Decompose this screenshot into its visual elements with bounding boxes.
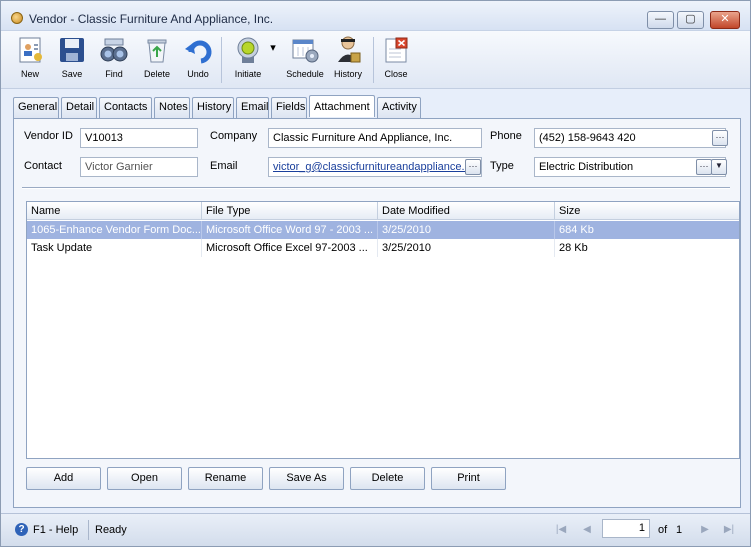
new-label: New bbox=[20, 69, 39, 79]
tab-contacts[interactable]: Contacts bbox=[99, 97, 152, 118]
initiate-label: Initiate bbox=[234, 69, 262, 79]
tab-attachment[interactable]: Attachment bbox=[309, 95, 375, 117]
cell-size: 684 Kb bbox=[559, 224, 594, 236]
save-icon bbox=[57, 35, 87, 65]
maximize-button[interactable]: ▢ bbox=[677, 11, 704, 29]
tab-detail[interactable]: Detail bbox=[61, 97, 97, 118]
column-header-date-modified[interactable]: Date Modified bbox=[378, 202, 555, 220]
save-button[interactable]: Save bbox=[55, 35, 89, 87]
tab-notes[interactable]: Notes bbox=[154, 97, 190, 118]
cell-date-modified: 3/25/2010 bbox=[378, 221, 555, 239]
close-document-icon bbox=[381, 35, 411, 65]
type-dropdown-button[interactable]: ▼ bbox=[711, 159, 727, 175]
page-number-input[interactable]: 1 bbox=[602, 519, 650, 538]
total-pages: 1 bbox=[676, 524, 683, 536]
schedule-button[interactable]: Schedule bbox=[284, 35, 326, 87]
previous-page-button[interactable]: ◀ bbox=[577, 520, 597, 540]
recycle-bin-icon bbox=[142, 35, 172, 65]
toolbar-separator bbox=[373, 37, 374, 83]
form-separator bbox=[22, 187, 730, 189]
rename-button[interactable]: Rename bbox=[188, 467, 263, 490]
minimize-button[interactable]: — bbox=[647, 11, 674, 29]
vendor-window: Vendor - Classic Furniture And Appliance… bbox=[0, 0, 751, 547]
email-ellipsis-button[interactable]: ··· bbox=[465, 159, 481, 175]
history-button[interactable]: History bbox=[329, 35, 367, 87]
print-button[interactable]: Print bbox=[431, 467, 506, 490]
undo-label: Undo bbox=[187, 69, 209, 79]
delete-label: Delete bbox=[143, 69, 170, 79]
app-icon bbox=[11, 12, 23, 24]
new-button[interactable]: New bbox=[13, 35, 47, 87]
user-history-icon bbox=[333, 35, 363, 65]
cell-size: 28 Kb bbox=[559, 242, 588, 254]
page-of-label: of bbox=[658, 524, 668, 536]
attachment-grid[interactable]: Name File Type Date Modified Size 1065-E… bbox=[26, 201, 740, 459]
next-page-button[interactable]: ▶ bbox=[695, 520, 715, 540]
vendor-id-field[interactable]: V10013 bbox=[80, 128, 198, 148]
email-label: Email bbox=[210, 160, 238, 172]
window-title: Vendor - Classic Furniture And Appliance… bbox=[29, 12, 274, 26]
table-row[interactable]: Task Update Microsoft Office Excel 97-20… bbox=[27, 239, 739, 257]
cell-file-type: Microsoft Office Word 97 - 2003 ... bbox=[202, 221, 378, 239]
column-header-file-type[interactable]: File Type bbox=[202, 202, 378, 220]
calendar-gear-icon bbox=[290, 35, 320, 65]
delete-attachment-button[interactable]: Delete bbox=[350, 467, 425, 490]
grid-header: Name File Type Date Modified Size bbox=[27, 202, 739, 220]
status-bar: ? F1 - Help Ready |◀ ◀ 1 of 1 ▶ ▶| bbox=[1, 513, 750, 546]
cell-file-type: Microsoft Office Excel 97-2003 ... bbox=[202, 239, 378, 257]
initiate-button[interactable]: Initiate bbox=[229, 35, 267, 87]
phone-field[interactable]: (452) 158-9643 420 bbox=[534, 128, 726, 148]
company-field[interactable]: Classic Furniture And Appliance, Inc. bbox=[268, 128, 482, 148]
binoculars-icon bbox=[99, 35, 129, 65]
tab-general[interactable]: General bbox=[13, 97, 59, 118]
company-label: Company bbox=[210, 130, 258, 142]
table-row[interactable]: 1065-Enhance Vendor Form Doc... Microsof… bbox=[27, 221, 739, 239]
tab-history[interactable]: History bbox=[192, 97, 234, 118]
help-icon[interactable]: ? bbox=[15, 523, 28, 536]
find-button[interactable]: Find bbox=[97, 35, 131, 87]
close-label: Close bbox=[384, 69, 408, 79]
tab-activity[interactable]: Activity bbox=[377, 97, 421, 118]
close-button[interactable]: Close bbox=[379, 35, 413, 87]
toolbar: New Save Find Delete Undo Initiate ▾ Sch… bbox=[1, 31, 750, 89]
type-ellipsis-button[interactable]: ··· bbox=[696, 159, 712, 175]
title-bar: Vendor - Classic Furniture And Appliance… bbox=[1, 1, 750, 31]
column-header-name[interactable]: Name bbox=[27, 202, 202, 220]
undo-icon bbox=[183, 35, 213, 65]
schedule-label: Schedule bbox=[286, 69, 324, 79]
status-divider bbox=[88, 520, 89, 540]
toolbar-separator bbox=[221, 37, 222, 83]
contact-field[interactable]: Victor Garnier bbox=[80, 157, 198, 177]
find-label: Find bbox=[105, 69, 123, 79]
tab-email[interactable]: Email bbox=[236, 97, 269, 118]
cell-date-modified: 3/25/2010 bbox=[378, 239, 555, 257]
email-field[interactable]: victor_g@classicfurnitureandappliance.c bbox=[268, 157, 482, 177]
cell-name: Task Update bbox=[27, 239, 202, 257]
cell-name: 1065-Enhance Vendor Form Doc... bbox=[27, 221, 202, 239]
phone-label: Phone bbox=[490, 130, 522, 142]
open-button[interactable]: Open bbox=[107, 467, 182, 490]
phone-ellipsis-button[interactable]: ··· bbox=[712, 130, 728, 146]
save-as-button[interactable]: Save As bbox=[269, 467, 344, 490]
traffic-light-icon bbox=[233, 35, 263, 65]
save-label: Save bbox=[61, 69, 83, 79]
tab-fields[interactable]: Fields bbox=[271, 97, 307, 118]
close-window-button[interactable]: ✕ bbox=[710, 11, 740, 29]
last-page-button[interactable]: ▶| bbox=[719, 520, 739, 540]
add-button[interactable]: Add bbox=[26, 467, 101, 490]
initiate-dropdown[interactable]: ▾ bbox=[267, 41, 279, 93]
delete-button[interactable]: Delete bbox=[140, 35, 174, 87]
column-header-size[interactable]: Size bbox=[555, 202, 739, 220]
type-label: Type bbox=[490, 160, 514, 172]
first-page-button[interactable]: |◀ bbox=[551, 520, 571, 540]
contact-label: Contact bbox=[24, 160, 62, 172]
attachment-panel: Vendor ID V10013 Company Classic Furnitu… bbox=[13, 118, 741, 508]
undo-button[interactable]: Undo bbox=[181, 35, 215, 87]
new-icon bbox=[15, 35, 45, 65]
status-text: Ready bbox=[95, 524, 127, 536]
help-hint[interactable]: F1 - Help bbox=[33, 524, 78, 536]
history-label: History bbox=[333, 69, 362, 79]
vendor-id-label: Vendor ID bbox=[24, 130, 73, 142]
